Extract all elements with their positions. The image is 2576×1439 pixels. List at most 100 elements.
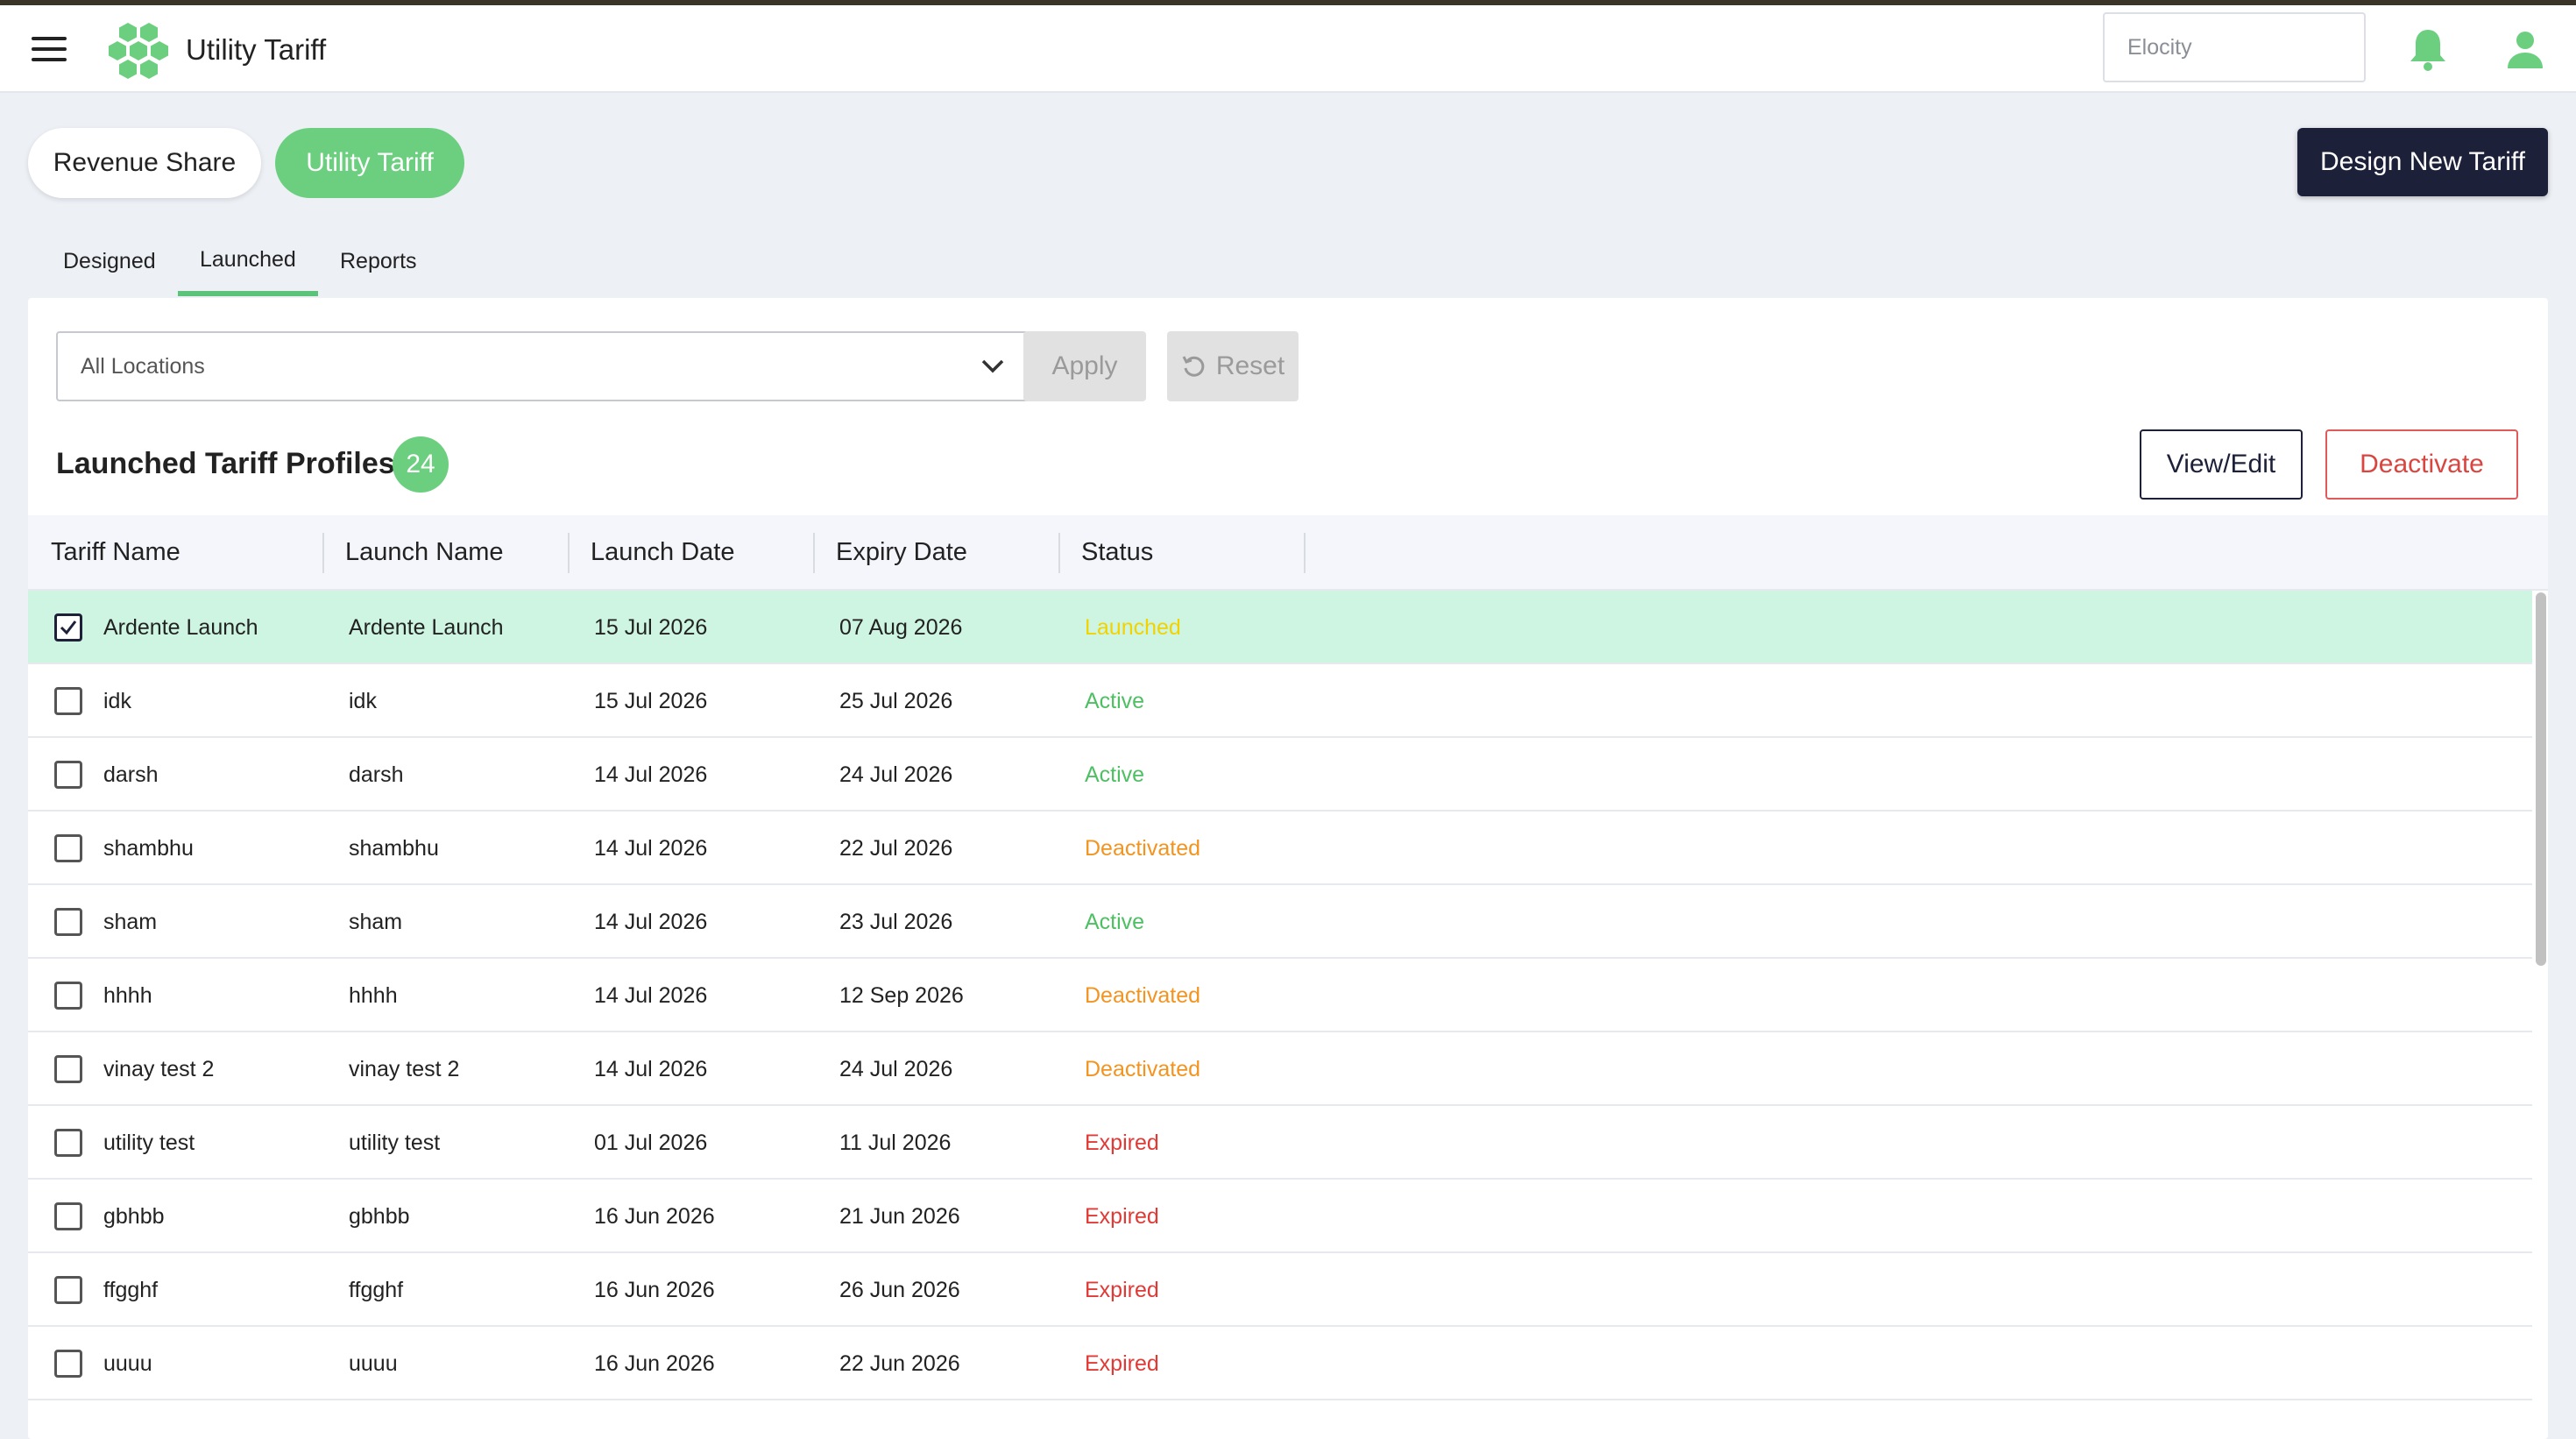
column-header-launch-name[interactable]: Launch Name [345,538,504,567]
cell-status: Launched [1085,615,1181,640]
cell-tariff-name: hhhh [103,983,152,1008]
cell-tariff-name: Ardente Launch [103,615,258,640]
cell-tariff-name: ffgghf [103,1278,159,1302]
cell-tariff-name: sham [103,910,158,934]
menu-icon[interactable] [32,37,67,63]
table-row[interactable]: vinay test 2 vinay test 2 14 Jul 2026 24 Ju… [28,1032,2532,1106]
cell-launch-name: darsh [349,762,404,787]
cell-launch-date: 16 Jun 2026 [594,1351,715,1376]
cell-expiry-date: 12 Sep 2026 [839,983,964,1008]
cell-launch-date: 14 Jul 2026 [594,762,708,787]
table-row[interactable]: ffgghf ffgghf 16 Jun 2026 26 Jun 2026 Expire… [28,1253,2532,1327]
column-divider[interactable] [813,533,815,573]
cell-launch-date: 14 Jul 2026 [594,910,708,934]
cell-status: Deactivated [1085,983,1201,1008]
row-checkbox[interactable] [54,761,82,789]
design-new-tariff-button[interactable]: Design New Tariff [2297,128,2548,196]
table-row[interactable]: utility test utility test 01 Jul 2026 11 Ju… [28,1106,2532,1180]
app-header: Utility Tariff [0,5,2576,93]
chevron-down-icon [981,359,1004,373]
tab-launched[interactable]: Launched [200,247,296,273]
scrollbar-thumb[interactable] [2536,592,2546,966]
column-divider[interactable] [322,533,324,573]
column-header-launch-date[interactable]: Launch Date [591,538,734,567]
cell-launch-date: 14 Jul 2026 [594,1057,708,1081]
table-row[interactable]: darsh darsh 14 Jul 2026 24 Jul 2026 Active [28,738,2532,812]
table-row[interactable]: uuuu uuuu 16 Jun 2026 22 Jun 2026 Expired [28,1327,2532,1400]
column-header-expiry-date[interactable]: Expiry Date [836,538,967,567]
cell-expiry-date: 22 Jun 2026 [839,1351,960,1376]
cell-launch-date: 14 Jul 2026 [594,836,708,861]
cell-status: Deactivated [1085,1057,1201,1081]
cell-expiry-date: 23 Jul 2026 [839,910,953,934]
user-icon[interactable] [2506,30,2544,70]
column-divider[interactable] [1058,533,1060,573]
cell-launch-name: hhhh [349,983,398,1008]
logo-icon [109,23,168,79]
cell-launch-name: shambhu [349,836,439,861]
cell-expiry-date: 11 Jul 2026 [839,1131,952,1155]
cell-launch-name: uuuu [349,1351,398,1376]
cell-launch-date: 14 Jul 2026 [594,983,708,1008]
table-row[interactable]: Ardente Launch Ardente Launch 15 Jul 2026 0… [28,591,2532,664]
cell-tariff-name: darsh [103,762,159,787]
search-input[interactable] [2103,12,2366,82]
cell-status: Active [1085,910,1145,934]
deactivate-button[interactable]: Deactivate [2325,429,2518,500]
table-header: Tariff Name Launch Name Launch Date Expi… [28,515,2548,591]
row-checkbox[interactable] [54,1055,82,1083]
cell-status: Deactivated [1085,836,1201,861]
apply-button[interactable]: Apply [1023,331,1146,401]
tab-designed[interactable]: Designed [63,249,156,274]
reset-button[interactable]: Reset [1167,331,1299,401]
column-header-status[interactable]: Status [1081,538,1153,567]
row-checkbox[interactable] [54,687,82,715]
table-row[interactable]: gbhbb gbhbb 16 Jun 2026 21 Jun 2026 Expired [28,1180,2532,1253]
count-badge: 24 [393,436,449,493]
table-row[interactable]: hhhh hhhh 14 Jul 2026 12 Sep 2026 Deactivate… [28,959,2532,1032]
table-row[interactable]: shambhu shambhu 14 Jul 2026 22 Jul 2026 Deac… [28,812,2532,885]
table-row[interactable]: idk idk 15 Jul 2026 25 Jul 2026 Active [28,664,2532,738]
row-checkbox[interactable] [54,834,82,862]
row-checkbox[interactable] [54,982,82,1010]
cell-tariff-name: uuuu [103,1351,152,1376]
cell-tariff-name: idk [103,689,131,713]
row-checkbox[interactable] [54,1276,82,1304]
row-checkbox[interactable] [54,1129,82,1157]
cell-expiry-date: 24 Jul 2026 [839,762,953,787]
cell-status: Expired [1085,1278,1159,1302]
cell-status: Expired [1085,1351,1159,1376]
utility-tariff-toggle[interactable]: Utility Tariff [275,128,464,198]
cell-launch-name: vinay test 2 [349,1057,460,1081]
cell-launch-name: ffgghf [349,1278,404,1302]
cell-expiry-date: 24 Jul 2026 [839,1057,953,1081]
cell-expiry-date: 07 Aug 2026 [839,615,963,640]
cell-expiry-date: 26 Jun 2026 [839,1278,960,1302]
location-select[interactable]: All Locations [56,331,1030,401]
cell-status: Expired [1085,1204,1159,1229]
column-divider[interactable] [568,533,570,573]
column-header-tariff-name[interactable]: Tariff Name [51,538,180,567]
row-checkbox[interactable] [54,1350,82,1378]
reset-label: Reset [1215,351,1285,380]
row-checkbox[interactable] [54,613,82,642]
cell-status: Expired [1085,1131,1159,1155]
cell-launch-date: 15 Jul 2026 [594,689,708,713]
table-row[interactable]: sham sham 14 Jul 2026 23 Jul 2026 Active [28,885,2532,959]
tab-reports[interactable]: Reports [340,249,417,274]
column-divider[interactable] [1304,533,1306,573]
cell-launch-name: sham [349,910,403,934]
cell-launch-name: utility test [349,1131,441,1155]
bell-icon[interactable] [2408,28,2448,72]
cell-launch-date: 01 Jul 2026 [594,1131,708,1155]
view-edit-button[interactable]: View/Edit [2140,429,2303,500]
cell-launch-date: 15 Jul 2026 [594,615,708,640]
cell-tariff-name: vinay test 2 [103,1057,215,1081]
section-title: Launched Tariff Profiles [56,447,395,480]
row-checkbox[interactable] [54,908,82,936]
row-checkbox[interactable] [54,1202,82,1230]
cell-launch-date: 16 Jun 2026 [594,1278,715,1302]
revenue-share-toggle[interactable]: Revenue Share [28,128,261,198]
cell-tariff-name: shambhu [103,836,194,861]
checkmark-icon [60,620,77,635]
